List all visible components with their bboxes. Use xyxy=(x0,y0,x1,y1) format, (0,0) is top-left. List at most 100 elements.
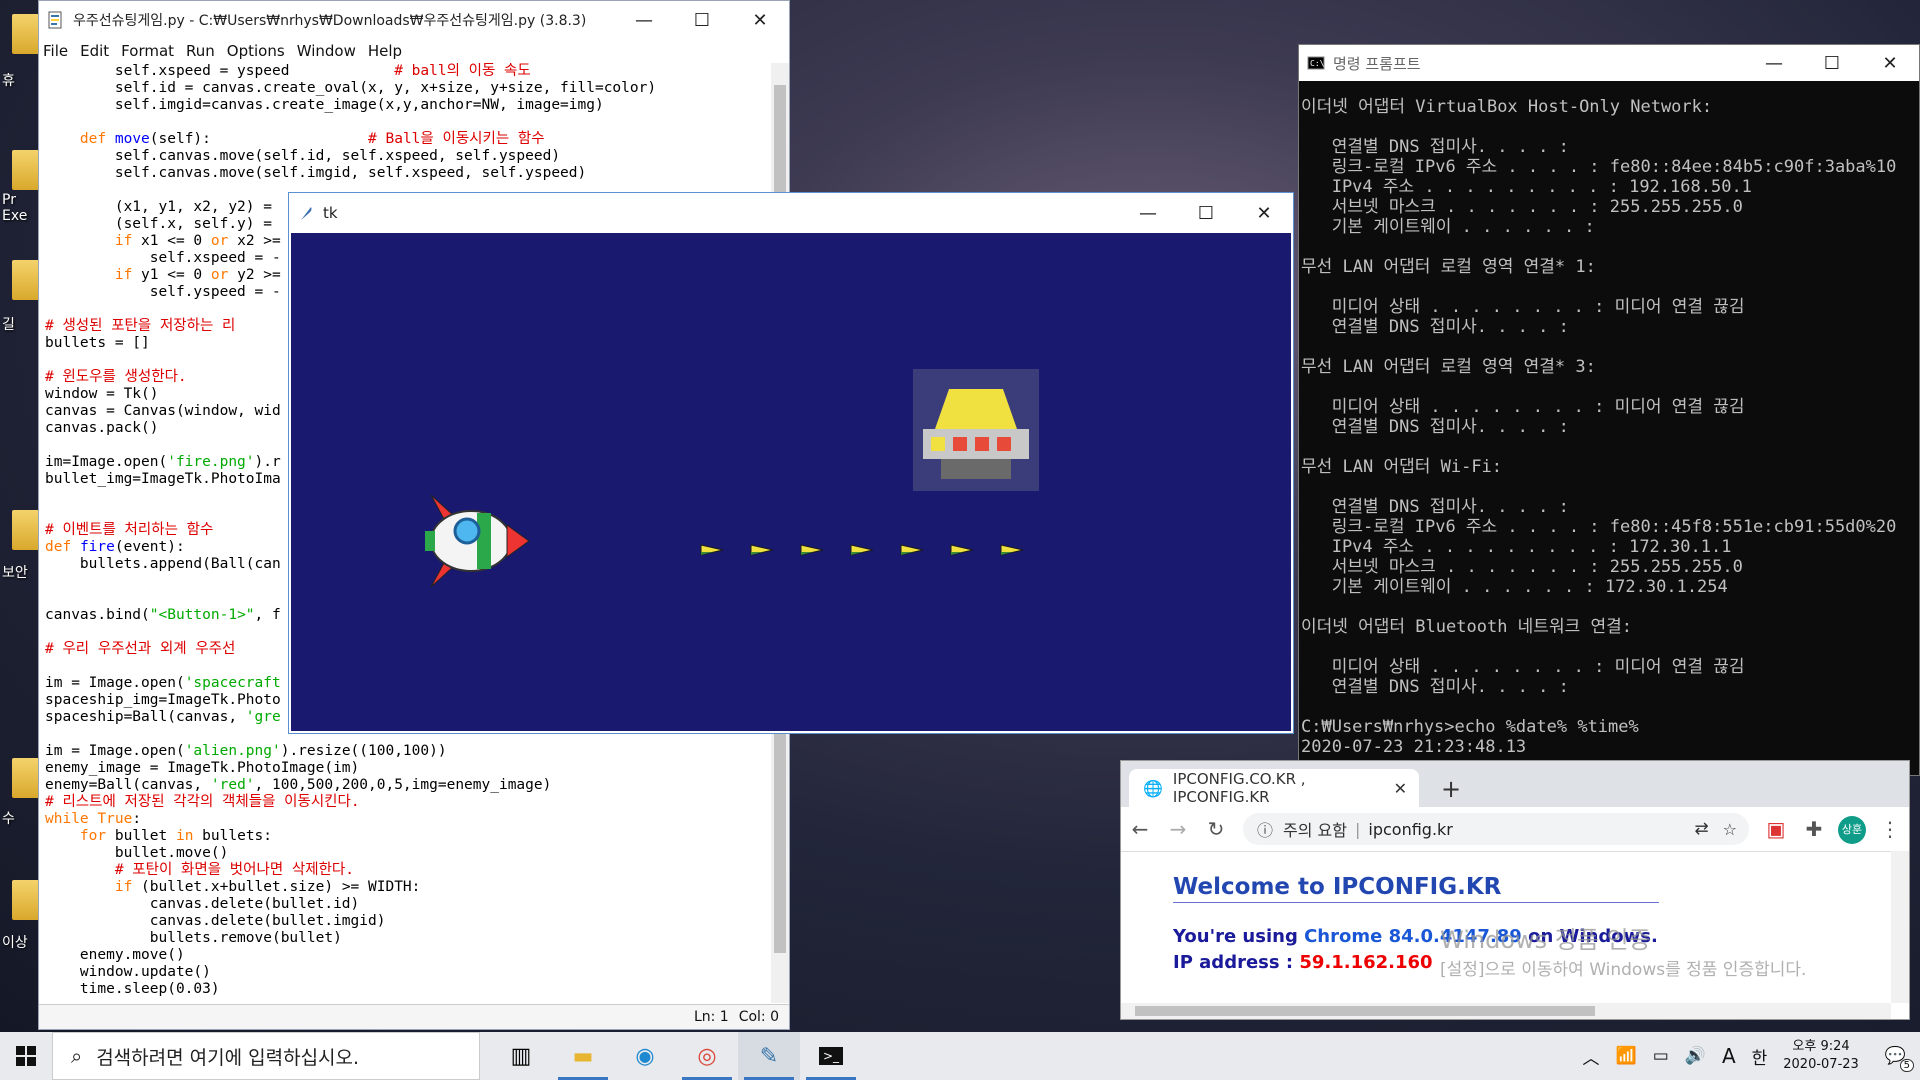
bookmark-star-icon[interactable]: ☆ xyxy=(1723,820,1737,839)
game-canvas[interactable] xyxy=(291,233,1291,731)
maximize-button[interactable]: ☐ xyxy=(673,1,731,39)
ip-address-line: IP address : 59.1.162.160 xyxy=(1173,952,1433,973)
menu-edit[interactable]: Edit xyxy=(80,42,109,60)
ime-language-indicator[interactable]: 한 xyxy=(1752,1044,1768,1069)
bullet-sprite xyxy=(800,544,824,556)
globe-icon: 🌐 xyxy=(1143,778,1163,798)
task-view-icon[interactable]: ▥ xyxy=(490,1032,552,1080)
welcome-heading: Welcome to IPCONFIG.KR xyxy=(1173,874,1659,903)
bullet-sprite xyxy=(950,544,974,556)
menu-help[interactable]: Help xyxy=(368,42,402,60)
menu-options[interactable]: Options xyxy=(227,42,285,60)
menu-format[interactable]: Format xyxy=(121,42,174,60)
alien-sprite xyxy=(913,369,1039,491)
tab-close-icon[interactable]: ✕ xyxy=(1394,779,1407,798)
chrome-tab[interactable]: 🌐 IPCONFIG.CO.KR , IPCONFIG.KR ✕ xyxy=(1129,769,1419,807)
notification-center-icon[interactable]: 💬 5 xyxy=(1885,1046,1914,1072)
page-horizontal-scrollbar[interactable] xyxy=(1121,1003,1891,1019)
pdf-extension-icon[interactable]: ▣ xyxy=(1757,817,1795,841)
notification-count-badge: 5 xyxy=(1899,1059,1914,1072)
clock-date: 2020-07-23 xyxy=(1783,1057,1859,1072)
status-column: Col: 0 xyxy=(738,1009,779,1025)
tk-minimize-button[interactable]: — xyxy=(1119,194,1177,232)
idle-titlebar[interactable]: 우주선슈팅게임.py - C:₩Users₩nrhys₩Downloads₩우주… xyxy=(39,1,789,39)
windows-start-button[interactable] xyxy=(0,1032,52,1080)
status-line: Ln: 1 xyxy=(693,1009,729,1025)
activation-title: Windows 정품 인증 xyxy=(1440,926,1651,954)
tk-game-window: tk — ☐ ✕ xyxy=(288,192,1294,734)
edge-browser-icon[interactable]: ◉ xyxy=(614,1032,676,1080)
windows-logo-icon xyxy=(16,1046,36,1066)
page-vertical-scrollbar[interactable] xyxy=(1891,851,1909,1003)
status-bar: Ln: 1 Col: 0 xyxy=(39,1004,789,1029)
tk-window-title: tk xyxy=(323,204,338,222)
info-icon[interactable]: ⓘ xyxy=(1257,817,1273,841)
chrome-tabstrip: 🌐 IPCONFIG.CO.KR , IPCONFIG.KR ✕ + xyxy=(1121,761,1909,807)
tk-close-button[interactable]: ✕ xyxy=(1235,194,1293,232)
cmd-minimize-button[interactable]: — xyxy=(1745,44,1803,82)
tk-maximize-button[interactable]: ☐ xyxy=(1177,194,1235,232)
idle-window-title: 우주선슈팅게임.py - C:₩Users₩nrhys₩Downloads₩우주… xyxy=(73,13,587,29)
desktop-icon-label-1: 휴 xyxy=(2,73,15,89)
security-label: 주의 요함 xyxy=(1283,821,1347,840)
desktop-icon-label-3: 길 xyxy=(2,317,15,333)
file-explorer-icon[interactable]: ▬ xyxy=(552,1032,614,1080)
menu-file[interactable]: File xyxy=(43,42,68,60)
extensions-puzzle-icon[interactable]: ✚ xyxy=(1795,817,1833,841)
input-mode-indicator[interactable]: A xyxy=(1722,1044,1736,1068)
bullet-sprite xyxy=(700,544,724,556)
python-file-icon xyxy=(48,11,62,29)
terminal-icon: C:\ xyxy=(1307,56,1325,70)
cmd-close-button[interactable]: ✕ xyxy=(1861,44,1919,82)
svg-text:C:\: C:\ xyxy=(1310,59,1325,68)
profile-avatar[interactable]: 상훈 xyxy=(1833,814,1871,844)
tab-title: IPCONFIG.CO.KR , IPCONFIG.KR xyxy=(1172,770,1306,806)
bullet-sprite xyxy=(850,544,874,556)
desktop-icon-label-6: 이상 xyxy=(2,935,28,951)
forward-icon[interactable]: → xyxy=(1159,817,1197,841)
chrome-app-icon[interactable]: ◎ xyxy=(676,1032,738,1080)
volume-icon[interactable]: 🔊 xyxy=(1685,1046,1706,1066)
chrome-menu-icon[interactable]: ⋮ xyxy=(1871,817,1909,841)
cmd-titlebar[interactable]: C:\ 명령 프롬프트 — ☐ ✕ xyxy=(1299,45,1919,81)
command-prompt-window: C:\ 명령 프롬프트 — ☐ ✕ 이더넷 어댑터 VirtualBox Hos… xyxy=(1298,44,1920,776)
system-tray: ︿ 📶 ▭ 🔊 A 한 오후 9:24 2020-07-23 💬 5 xyxy=(1575,1032,1920,1080)
cmd-output[interactable]: 이더넷 어댑터 VirtualBox Host-Only Network: 연결… xyxy=(1301,97,1919,775)
bullet-sprite xyxy=(1000,544,1024,556)
command-prompt-app-icon[interactable]: >_ xyxy=(800,1032,862,1080)
desktop-icon-label-2: Pr Exe xyxy=(2,192,28,224)
menu-window[interactable]: Window xyxy=(297,42,356,60)
minimize-button[interactable]: — xyxy=(615,1,673,39)
search-icon: ⌕ xyxy=(71,1044,83,1068)
search-placeholder: 검색하려면 여기에 입력하십시오. xyxy=(96,1046,360,1069)
windows-activation-watermark: Windows 정품 인증 [설정]으로 이동하여 Windows를 정품 인증… xyxy=(1440,925,1806,985)
address-bar[interactable]: ⓘ 주의 요함 | ipconfig.kr ⇄ ☆ xyxy=(1243,813,1749,845)
desktop-icon-label-4: 보안 xyxy=(2,565,28,581)
python-idle-app-icon[interactable]: ✎ xyxy=(738,1032,800,1080)
reload-icon[interactable]: ↻ xyxy=(1197,817,1235,841)
back-icon[interactable]: ← xyxy=(1121,817,1159,841)
tk-titlebar[interactable]: tk — ☐ ✕ xyxy=(289,193,1293,233)
desktop-icon-label-5: 수 xyxy=(2,811,15,827)
battery-icon[interactable]: ▭ xyxy=(1653,1046,1669,1066)
omnibox-separator: | xyxy=(1354,819,1361,839)
close-button[interactable]: ✕ xyxy=(731,1,789,39)
network-icon[interactable]: 📶 xyxy=(1616,1046,1637,1066)
cmd-maximize-button[interactable]: ☐ xyxy=(1803,44,1861,82)
ip-address-value: 59.1.162.160 xyxy=(1299,952,1433,973)
bullet-sprite xyxy=(750,544,774,556)
show-hidden-icons-chevron-icon[interactable]: ︿ xyxy=(1583,1044,1600,1069)
activation-subtitle: [설정]으로 이동하여 Windows를 정품 인증합니다. xyxy=(1440,960,1807,980)
taskbar-clock[interactable]: 오후 9:24 2020-07-23 xyxy=(1783,1038,1859,1074)
translate-icon[interactable]: ⇄ xyxy=(1694,819,1708,839)
taskbar-search[interactable]: ⌕ 검색하려면 여기에 입력하십시오. xyxy=(52,1032,480,1080)
menu-run[interactable]: Run xyxy=(186,42,215,60)
clock-time: 오후 9:24 xyxy=(1792,1039,1850,1054)
bullet-sprite xyxy=(900,544,924,556)
new-tab-button[interactable]: + xyxy=(1441,775,1461,803)
idle-menubar: File Edit Format Run Options Window Help xyxy=(39,39,789,63)
feather-icon xyxy=(301,207,312,220)
cmd-window-title: 명령 프롬프트 xyxy=(1333,54,1421,73)
spaceship-sprite xyxy=(425,494,530,588)
chrome-toolbar: ← → ↻ ⓘ 주의 요함 | ipconfig.kr ⇄ ☆ ▣ ✚ 상훈 ⋮ xyxy=(1121,807,1909,851)
